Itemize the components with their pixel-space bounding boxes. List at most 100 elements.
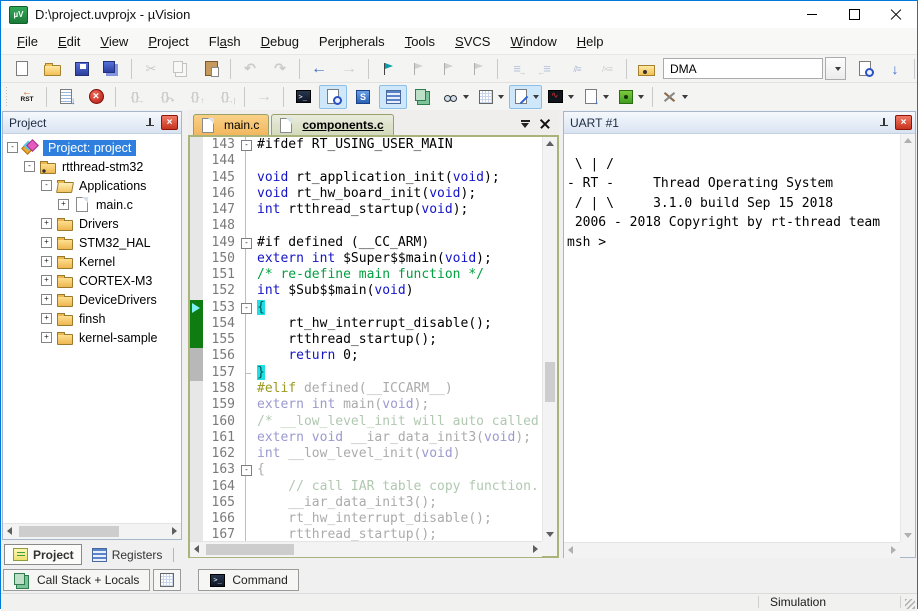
expand-toggle[interactable]: + [41,218,52,229]
scroll-left-icon[interactable] [194,545,199,553]
chevron-down-icon[interactable] [638,95,644,99]
scrollbar-thumb[interactable] [206,544,294,555]
paste-button[interactable] [197,57,225,81]
navigate-forward-button[interactable] [335,57,363,81]
navigate-back-button[interactable] [305,57,333,81]
bottom-tab-project[interactable]: Project [4,544,82,565]
call-stack-locals-tab[interactable]: Call Stack + Locals [3,569,150,591]
fold-toggle[interactable]: - [241,238,252,249]
chevron-down-icon[interactable] [498,95,504,99]
project-panel-close-icon[interactable] [161,115,178,130]
scroll-down-icon[interactable] [904,533,912,538]
scroll-right-icon[interactable] [172,527,177,535]
unindent-button[interactable] [533,57,561,81]
code-line[interactable]: 166 rt_hw_interrupt_disable(); [190,511,542,527]
uart-horizontal-scrollbar[interactable] [564,542,900,558]
menu-project[interactable]: Project [138,30,198,53]
pin-icon[interactable] [143,116,157,129]
code-line[interactable]: 151/* re-define main function */ [190,267,542,283]
code-line[interactable]: 157} [190,365,542,381]
debug-toolbox-button[interactable] [658,85,691,109]
tree-item-applications[interactable]: -Applications [3,176,181,195]
tree-item-kernel-sample[interactable]: +kernel-sample [3,328,181,347]
toolbar-grip[interactable] [4,87,9,107]
find-in-files-button[interactable] [632,57,660,81]
code-line[interactable]: 150extern int $Super$$main(void); [190,251,542,267]
expand-toggle[interactable]: + [41,294,52,305]
tree-item-devicedrivers[interactable]: +DeviceDrivers [3,290,181,309]
code-line[interactable]: 152int $Sub$$main(void) [190,283,542,299]
code-line[interactable]: 165 __iar_data_init3(); [190,495,542,511]
indent-button[interactable] [503,57,531,81]
tree-item-stm32-hal[interactable]: +STM32_HAL [3,233,181,252]
comment-button[interactable] [563,57,591,81]
command-window-button[interactable] [289,85,317,109]
code-line[interactable]: 163-{ [190,462,542,478]
expand-toggle[interactable]: + [41,237,52,248]
scrollbar-thumb[interactable] [19,526,119,537]
tree-item-rtthread-stm32[interactable]: -rtthread-stm32 [3,157,181,176]
code-line[interactable]: 159extern int main(void); [190,397,542,413]
code-line[interactable]: 156 return 0; [190,348,542,364]
tree-item-cortex-m3[interactable]: +CORTEX-M3 [3,271,181,290]
menu-help[interactable]: Help [567,30,614,53]
tab-components-c[interactable]: components.c [271,114,393,135]
search-text-combo[interactable]: DMA [663,58,823,79]
tree-item-main-c[interactable]: +main.c [3,195,181,214]
menu-view[interactable]: View [90,30,138,53]
close-document-icon[interactable] [537,116,553,132]
cut-button[interactable] [137,57,165,81]
code-line[interactable]: 158#elif defined(__ICCARM__) [190,381,542,397]
minimize-button[interactable] [791,2,833,28]
stop-button[interactable] [82,85,110,109]
menu-edit[interactable]: Edit [48,30,90,53]
previous-bookmark-button[interactable] [404,57,432,81]
tree-item-drivers[interactable]: +Drivers [3,214,181,233]
code-line[interactable]: 147int rtthread_startup(void); [190,202,542,218]
save-button[interactable] [68,57,96,81]
copy-button[interactable] [167,57,195,81]
chevron-down-icon[interactable] [533,95,539,99]
save-all-button[interactable] [98,57,126,81]
menu-window[interactable]: Window [500,30,566,53]
code-line[interactable]: 160/* __low_level_init will auto called … [190,414,542,430]
pin-icon[interactable] [877,116,891,129]
incremental-find-button[interactable] [881,57,909,81]
code-line[interactable]: 162int __low_level_init(void) [190,446,542,462]
find-button[interactable] [851,57,879,81]
watch-window-button[interactable] [439,85,472,109]
system-viewer-button[interactable] [614,85,647,109]
chevron-down-icon[interactable] [603,95,609,99]
menu-flash[interactable]: Flash [199,30,251,53]
redo-button[interactable] [266,57,294,81]
project-tree-horizontal-scrollbar[interactable] [3,523,181,539]
code-line[interactable]: 164 // call IAR table copy function. [190,479,542,495]
code-line[interactable]: 146void rt_hw_board_init(void); [190,186,542,202]
tree-item-finsh[interactable]: +finsh [3,309,181,328]
step-out-button[interactable] [181,85,209,109]
code-line[interactable]: 161extern void __iar_data_init3(void); [190,430,542,446]
collapse-toggle[interactable]: - [41,180,52,191]
tree-item-kernel[interactable]: +Kernel [3,252,181,271]
expand-toggle[interactable]: + [41,256,52,267]
code-line[interactable]: 143-#ifdef RT_USING_USER_MAIN [190,137,542,153]
scrollbar-thumb[interactable] [545,362,555,402]
scroll-left-icon[interactable] [568,546,573,554]
memory-window-button[interactable] [474,85,507,109]
run-button[interactable] [250,85,278,109]
code-line[interactable]: 149-#if defined (__CC_ARM) [190,235,542,251]
menu-svcs[interactable]: SVCS [445,30,500,53]
tab-main-c[interactable]: main.c [193,114,269,135]
uart-panel-close-icon[interactable] [895,115,912,130]
menu-peripherals[interactable]: Peripherals [309,30,395,53]
collapse-toggle[interactable]: - [7,142,18,153]
show-next-statement-button[interactable] [52,85,80,109]
step-into-button[interactable] [121,85,149,109]
undo-button[interactable] [236,57,264,81]
open-file-button[interactable] [38,57,66,81]
expand-toggle[interactable]: + [41,313,52,324]
insert-bookmark-button[interactable] [374,57,402,81]
expand-toggle[interactable]: + [58,199,69,210]
menu-tools[interactable]: Tools [395,30,445,53]
clear-bookmarks-button[interactable] [464,57,492,81]
